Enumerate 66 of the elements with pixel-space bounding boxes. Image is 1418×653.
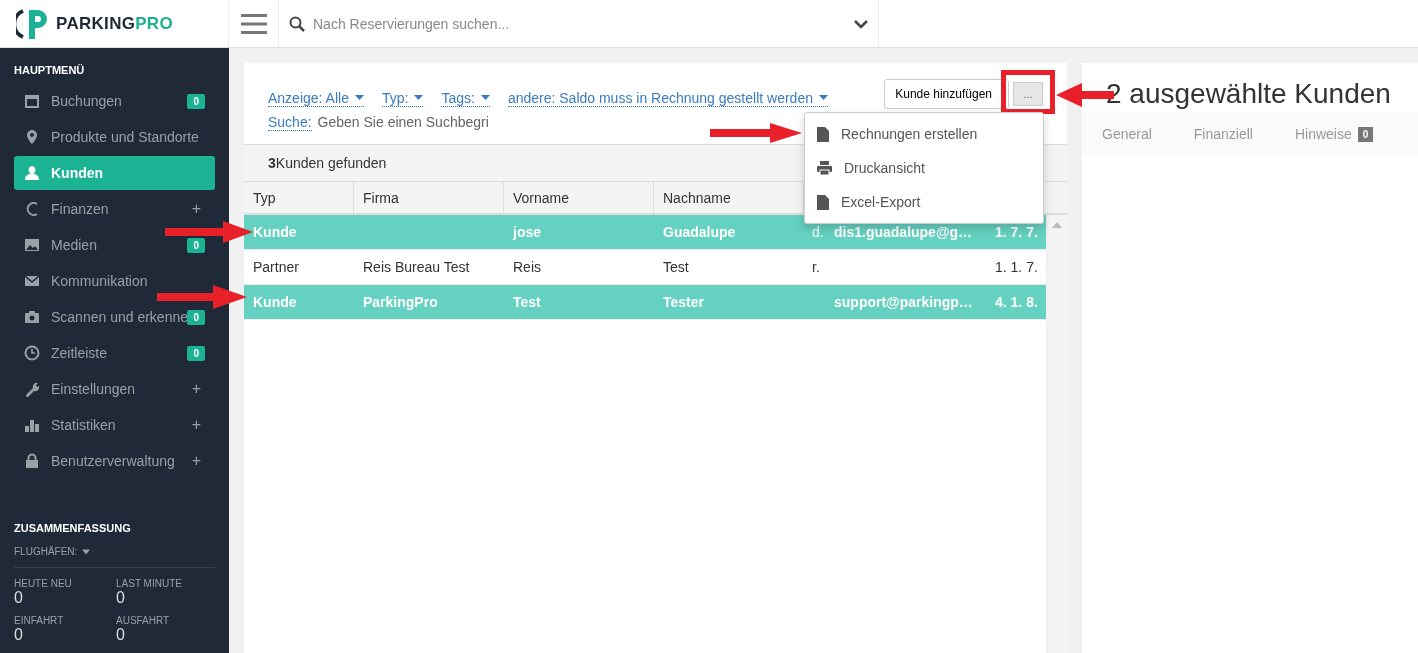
airports-dropdown[interactable]: FLUGHÄFEN: [14,542,215,568]
bars-icon [24,417,40,433]
calendar-icon [24,93,40,109]
count-badge: 0 [187,345,205,361]
sidebar-item[interactable]: Buchungen 0 [14,84,215,118]
stat-label: HEUTE NEU [14,578,73,589]
stat-value: 0 [116,589,126,607]
caret-icon [81,548,92,555]
sidebar-item[interactable]: Kommunikation [14,264,215,298]
filter-dropdown[interactable]: Anzeige: Alle [268,89,364,107]
search-label[interactable]: Suche: [268,113,312,131]
caret-icon [480,95,490,100]
caret-icon [354,95,364,100]
chevron-icon [854,18,868,29]
stat-label: AUSFAHRT [116,615,171,626]
column-header[interactable]: Typ [244,182,354,213]
column-header[interactable]: Nachname [654,182,804,213]
pin-icon [24,129,40,145]
image-icon [24,237,40,253]
column-header[interactable]: Vorname [504,182,654,213]
sidebar-item[interactable]: Einstellungen + [14,372,215,406]
filter-dropdown[interactable]: Typ: [381,89,424,107]
lock-icon [24,453,40,469]
add-customer-button[interactable]: Kunde hinzufügen [884,79,1009,109]
stat-value: 0 [14,626,24,644]
filter-dropdown[interactable]: Tags: [441,89,490,107]
expand-icon: + [191,452,205,470]
search-icon [289,15,305,32]
scrollbar[interactable] [1047,215,1067,653]
sidebar-item[interactable]: Benutzerverwaltung + [14,444,215,478]
expand-icon: + [191,380,205,398]
sidebar-item[interactable]: Zeitleiste 0 [14,336,215,370]
camera-icon [24,309,40,325]
stat-label: LAST MINUTE [116,578,183,589]
count-badge: 0 [187,309,205,325]
file-icon [817,194,829,210]
caret-icon [414,95,424,100]
sidebar-item[interactable]: Produkte und Standorte [14,120,215,154]
wrench-icon [24,381,40,397]
logo-text: PARKINGPRO [56,13,173,34]
scroll-up-icon [1052,222,1062,228]
menu-item[interactable]: Druckansicht [805,151,1043,185]
tab[interactable]: Hinweise 0 [1294,126,1374,142]
stat-value: 0 [116,626,126,644]
sidebar-item[interactable]: Finanzen + [14,192,215,226]
filter-dropdown[interactable]: andere: Saldo muss in Rechnung gestellt werden [507,89,828,107]
expand-icon: + [191,416,205,434]
stat-value: 0 [14,589,24,607]
printer-icon [817,161,832,175]
expand-icon: + [191,200,205,218]
column-header[interactable]: Firma [354,182,504,213]
caret-icon [818,95,828,100]
stat-label: EINFAHRT [14,615,65,626]
more-button[interactable]: ... [1013,82,1043,106]
sidebar-item[interactable]: Medien 0 [14,228,215,262]
menu-icon [240,12,267,35]
user-icon [24,165,40,181]
section-heading: ZUSAMMENFASSUNG [14,521,132,536]
clock-icon [24,345,40,361]
count-badge: 0 [187,93,205,109]
sidebar-item[interactable]: Statistiken + [14,408,215,442]
section-heading: HAUPTMENÜ [14,63,86,78]
count-badge: 0 [187,237,205,253]
sidebar-item[interactable]: Scannen und erkenne 0 [14,300,215,334]
file-icon [817,126,829,142]
mail-icon [24,273,40,289]
